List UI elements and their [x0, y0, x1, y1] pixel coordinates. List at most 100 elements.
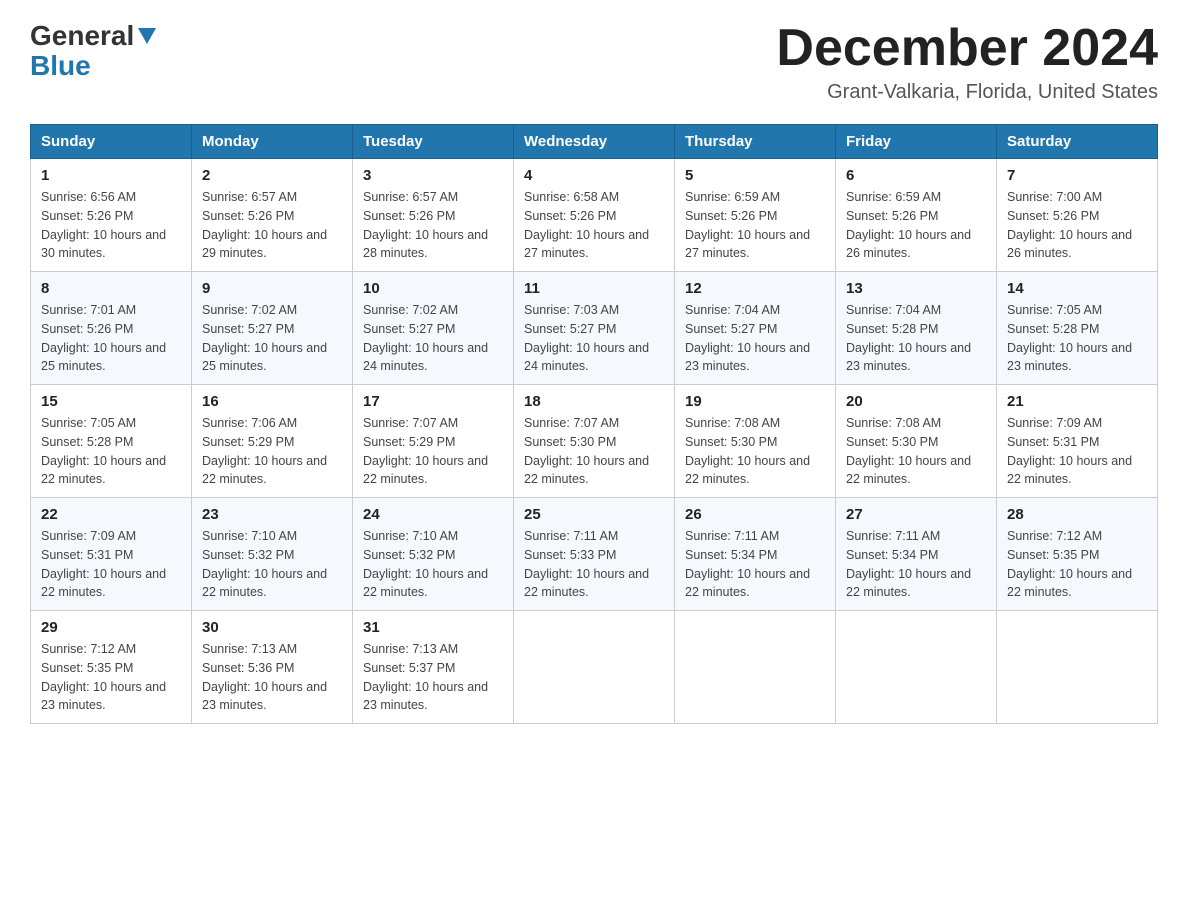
day-number: 25 — [524, 506, 664, 523]
empty-day-cell — [675, 611, 836, 724]
calendar-week-row: 8 Sunrise: 7:01 AMSunset: 5:26 PMDaylight… — [31, 272, 1158, 385]
day-sun-info: Sunrise: 7:07 AMSunset: 5:30 PMDaylight:… — [524, 414, 664, 489]
day-sun-info: Sunrise: 6:58 AMSunset: 5:26 PMDaylight:… — [524, 188, 664, 263]
day-cell: 28Sunrise: 7:12 AMSunset: 5:35 PMDayligh… — [997, 498, 1158, 611]
day-number: 19 — [685, 393, 825, 410]
day-cell: 19 Sunrise: 7:08 AMSunset: 5:30 PMDayligh… — [675, 385, 836, 498]
calendar-week-row: 22 Sunrise: 7:09 AMSunset: 5:31 PMDayligh… — [31, 498, 1158, 611]
day-sun-info: Sunrise: 6:56 AMSunset: 5:26 PMDaylight:… — [41, 188, 181, 263]
day-number: 24 — [363, 506, 503, 523]
day-number: 12 — [685, 280, 825, 297]
day-number: 6 — [846, 167, 986, 184]
month-year-title: December 2024 — [776, 20, 1158, 77]
day-number: 8 — [41, 280, 181, 297]
empty-day-cell — [997, 611, 1158, 724]
calendar-week-row: 1Sunrise: 6:56 AMSunset: 5:26 PMDaylight… — [31, 159, 1158, 272]
logo-blue-text: Blue — [30, 50, 91, 82]
col-header-tuesday: Tuesday — [353, 125, 514, 159]
day-sun-info: Sunrise: 7:12 AMSunset: 5:35 PMDaylight:… — [41, 640, 181, 715]
day-sun-info: Sunrise: 7:08 AMSunset: 5:30 PMDaylight:… — [685, 414, 825, 489]
page-header: General Blue December 2024 Grant-Valkari… — [30, 20, 1158, 104]
day-cell: 15 Sunrise: 7:05 AMSunset: 5:28 PMDayligh… — [31, 385, 192, 498]
day-cell: 8 Sunrise: 7:01 AMSunset: 5:26 PMDaylight… — [31, 272, 192, 385]
col-header-monday: Monday — [192, 125, 353, 159]
day-cell: 11 Sunrise: 7:03 AMSunset: 5:27 PMDayligh… — [514, 272, 675, 385]
day-sun-info: Sunrise: 7:09 AMSunset: 5:31 PMDaylight:… — [1007, 414, 1147, 489]
day-cell: 5Sunrise: 6:59 AMSunset: 5:26 PMDaylight… — [675, 159, 836, 272]
day-cell: 29 Sunrise: 7:12 AMSunset: 5:35 PMDayligh… — [31, 611, 192, 724]
day-number: 10 — [363, 280, 503, 297]
day-sun-info: Sunrise: 7:04 AMSunset: 5:27 PMDaylight:… — [685, 301, 825, 376]
day-sun-info: Sunrise: 6:59 AMSunset: 5:26 PMDaylight:… — [685, 188, 825, 263]
day-cell: 13 Sunrise: 7:04 AMSunset: 5:28 PMDayligh… — [836, 272, 997, 385]
day-sun-info: Sunrise: 7:02 AMSunset: 5:27 PMDaylight:… — [363, 301, 503, 376]
day-sun-info: Sunrise: 7:00 AMSunset: 5:26 PMDaylight:… — [1007, 188, 1147, 263]
day-sun-info: Sunrise: 7:10 AMSunset: 5:32 PMDaylight:… — [363, 527, 503, 602]
day-number: 4 — [524, 167, 664, 184]
day-sun-info: Sunrise: 7:03 AMSunset: 5:27 PMDaylight:… — [524, 301, 664, 376]
day-sun-info: Sunrise: 7:05 AMSunset: 5:28 PMDaylight:… — [41, 414, 181, 489]
day-number: 11 — [524, 280, 664, 297]
day-number: 16 — [202, 393, 342, 410]
logo: General Blue — [30, 20, 158, 82]
day-cell: 3 Sunrise: 6:57 AMSunset: 5:26 PMDaylight… — [353, 159, 514, 272]
day-cell: 18Sunrise: 7:07 AMSunset: 5:30 PMDayligh… — [514, 385, 675, 498]
day-cell: 30Sunrise: 7:13 AMSunset: 5:36 PMDayligh… — [192, 611, 353, 724]
day-sun-info: Sunrise: 7:13 AMSunset: 5:37 PMDaylight:… — [363, 640, 503, 715]
day-sun-info: Sunrise: 7:11 AMSunset: 5:34 PMDaylight:… — [685, 527, 825, 602]
day-sun-info: Sunrise: 7:05 AMSunset: 5:28 PMDaylight:… — [1007, 301, 1147, 376]
day-sun-info: Sunrise: 6:59 AMSunset: 5:26 PMDaylight:… — [846, 188, 986, 263]
day-sun-info: Sunrise: 7:09 AMSunset: 5:31 PMDaylight:… — [41, 527, 181, 602]
day-number: 3 — [363, 167, 503, 184]
day-cell: 2 Sunrise: 6:57 AMSunset: 5:26 PMDaylight… — [192, 159, 353, 272]
day-cell: 9Sunrise: 7:02 AMSunset: 5:27 PMDaylight… — [192, 272, 353, 385]
day-cell: 27Sunrise: 7:11 AMSunset: 5:34 PMDayligh… — [836, 498, 997, 611]
empty-day-cell — [836, 611, 997, 724]
day-cell: 31 Sunrise: 7:13 AMSunset: 5:37 PMDayligh… — [353, 611, 514, 724]
day-cell: 14 Sunrise: 7:05 AMSunset: 5:28 PMDayligh… — [997, 272, 1158, 385]
day-number: 29 — [41, 619, 181, 636]
day-cell: 24 Sunrise: 7:10 AMSunset: 5:32 PMDayligh… — [353, 498, 514, 611]
day-sun-info: Sunrise: 7:06 AMSunset: 5:29 PMDaylight:… — [202, 414, 342, 489]
day-number: 7 — [1007, 167, 1147, 184]
day-number: 2 — [202, 167, 342, 184]
day-cell: 23 Sunrise: 7:10 AMSunset: 5:32 PMDayligh… — [192, 498, 353, 611]
day-sun-info: Sunrise: 6:57 AMSunset: 5:26 PMDaylight:… — [202, 188, 342, 263]
empty-day-cell — [514, 611, 675, 724]
day-cell: 12 Sunrise: 7:04 AMSunset: 5:27 PMDayligh… — [675, 272, 836, 385]
day-number: 15 — [41, 393, 181, 410]
day-cell: 10 Sunrise: 7:02 AMSunset: 5:27 PMDayligh… — [353, 272, 514, 385]
logo-triangle-icon — [136, 24, 158, 46]
day-cell: 17 Sunrise: 7:07 AMSunset: 5:29 PMDayligh… — [353, 385, 514, 498]
location-subtitle: Grant-Valkaria, Florida, United States — [776, 81, 1158, 104]
day-number: 9 — [202, 280, 342, 297]
day-sun-info: Sunrise: 7:10 AMSunset: 5:32 PMDaylight:… — [202, 527, 342, 602]
day-sun-info: Sunrise: 6:57 AMSunset: 5:26 PMDaylight:… — [363, 188, 503, 263]
day-cell: 1Sunrise: 6:56 AMSunset: 5:26 PMDaylight… — [31, 159, 192, 272]
day-number: 28 — [1007, 506, 1147, 523]
day-number: 26 — [685, 506, 825, 523]
day-number: 13 — [846, 280, 986, 297]
day-sun-info: Sunrise: 7:07 AMSunset: 5:29 PMDaylight:… — [363, 414, 503, 489]
day-cell: 20Sunrise: 7:08 AMSunset: 5:30 PMDayligh… — [836, 385, 997, 498]
day-cell: 7 Sunrise: 7:00 AMSunset: 5:26 PMDaylight… — [997, 159, 1158, 272]
day-number: 17 — [363, 393, 503, 410]
day-number: 31 — [363, 619, 503, 636]
day-sun-info: Sunrise: 7:01 AMSunset: 5:26 PMDaylight:… — [41, 301, 181, 376]
day-number: 21 — [1007, 393, 1147, 410]
day-sun-info: Sunrise: 7:11 AMSunset: 5:34 PMDaylight:… — [846, 527, 986, 602]
calendar-header-row: SundayMondayTuesdayWednesdayThursdayFrid… — [31, 125, 1158, 159]
day-number: 30 — [202, 619, 342, 636]
day-sun-info: Sunrise: 7:04 AMSunset: 5:28 PMDaylight:… — [846, 301, 986, 376]
day-number: 14 — [1007, 280, 1147, 297]
day-cell: 25Sunrise: 7:11 AMSunset: 5:33 PMDayligh… — [514, 498, 675, 611]
day-number: 20 — [846, 393, 986, 410]
day-number: 22 — [41, 506, 181, 523]
day-number: 23 — [202, 506, 342, 523]
day-cell: 21 Sunrise: 7:09 AMSunset: 5:31 PMDayligh… — [997, 385, 1158, 498]
day-cell: 22 Sunrise: 7:09 AMSunset: 5:31 PMDayligh… — [31, 498, 192, 611]
day-cell: 6 Sunrise: 6:59 AMSunset: 5:26 PMDaylight… — [836, 159, 997, 272]
day-cell: 26 Sunrise: 7:11 AMSunset: 5:34 PMDayligh… — [675, 498, 836, 611]
col-header-saturday: Saturday — [997, 125, 1158, 159]
col-header-thursday: Thursday — [675, 125, 836, 159]
